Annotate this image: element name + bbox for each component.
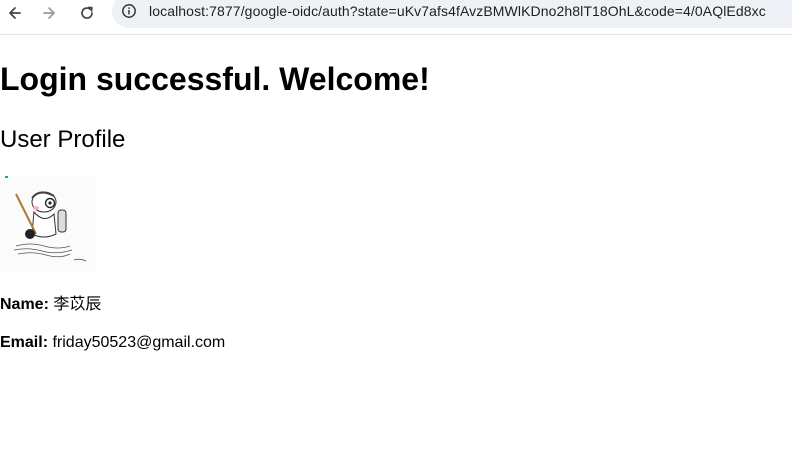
site-info-button[interactable] <box>121 3 137 19</box>
url-text[interactable]: localhost:7877/google-oidc/auth?state=uK… <box>149 2 766 20</box>
email-value: friday50523@gmail.com <box>52 334 226 351</box>
name-value: 李苡辰 <box>53 296 102 313</box>
forward-button[interactable] <box>36 2 62 24</box>
info-icon <box>122 4 136 18</box>
section-title: User Profile <box>0 126 126 153</box>
email-label: Email: <box>0 334 49 351</box>
avatar-drawing <box>13 191 87 262</box>
address-bar[interactable]: localhost:7877/google-oidc/auth?state=uK… <box>112 0 792 28</box>
avatar-corner-mark <box>5 176 8 178</box>
profile-email: Email: friday50523@gmail.com <box>0 333 225 353</box>
reload-icon <box>81 6 93 19</box>
page-title: Login successful. Welcome! <box>0 61 430 97</box>
avatar <box>0 176 96 272</box>
profile-name: Name: 李苡辰 <box>0 295 101 315</box>
reload-button[interactable] <box>74 2 100 24</box>
arrow-right-icon <box>43 7 55 19</box>
back-button[interactable] <box>2 2 28 24</box>
browser-toolbar: localhost:7877/google-oidc/auth?state=uK… <box>0 0 792 35</box>
name-label: Name: <box>0 296 49 313</box>
arrow-left-icon <box>9 7 21 19</box>
